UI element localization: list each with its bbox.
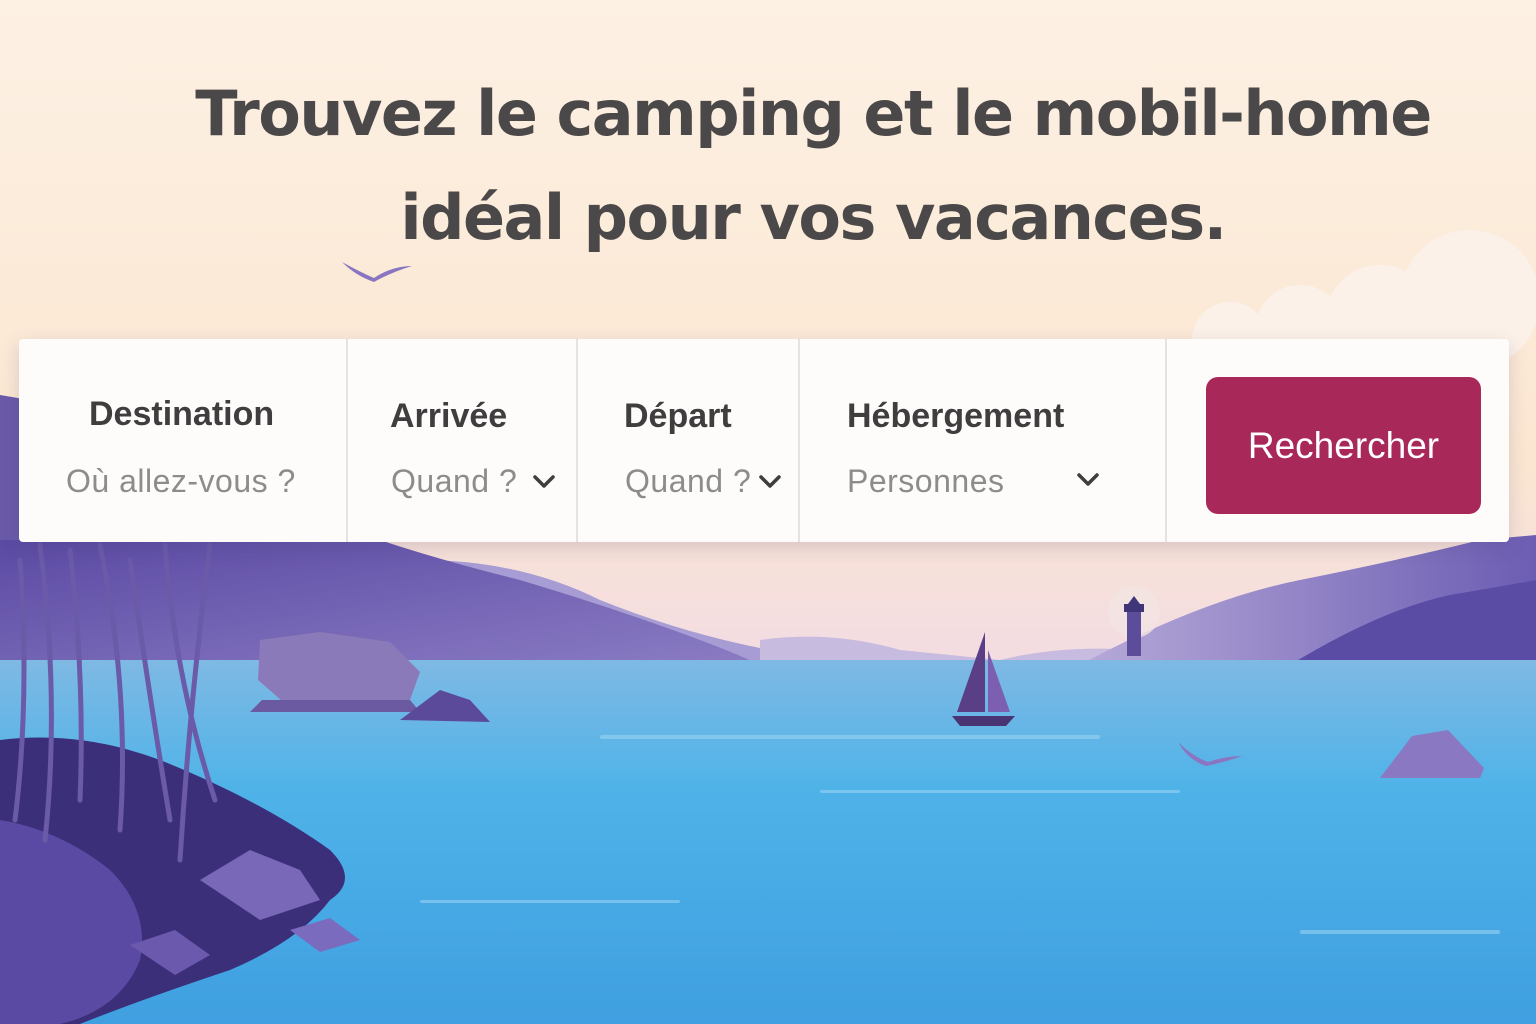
accommodation-value[interactable]: Personnes bbox=[847, 463, 1004, 500]
departure-label: Départ bbox=[624, 397, 732, 435]
accommodation-label: Hébergement bbox=[847, 397, 1065, 435]
arrival-value[interactable]: Quand ? bbox=[391, 463, 517, 500]
page-title-line-1: Trouvez le camping et le mobil-home bbox=[195, 77, 1432, 150]
destination-input[interactable]: Où allez-vous ? bbox=[66, 463, 296, 500]
chevron-down-icon[interactable] bbox=[530, 467, 558, 495]
page-title: Trouvez le camping et le mobil-home idéa… bbox=[0, 62, 1536, 270]
arrival-date-select[interactable]: Arrivée Quand ? bbox=[348, 339, 578, 542]
destination-field[interactable]: Destination Où allez-vous ? bbox=[19, 339, 348, 542]
chevron-down-icon[interactable] bbox=[756, 467, 784, 495]
destination-label: Destination bbox=[89, 395, 275, 433]
page-title-line-2: idéal pour vos vacances. bbox=[400, 181, 1227, 254]
chevron-down-icon[interactable] bbox=[1074, 465, 1102, 493]
accommodation-select[interactable]: Hébergement Personnes bbox=[800, 339, 1167, 542]
search-button[interactable]: Rechercher bbox=[1206, 377, 1481, 514]
departure-date-select[interactable]: Départ Quand ? bbox=[578, 339, 800, 542]
departure-value[interactable]: Quand ? bbox=[625, 463, 751, 500]
arrival-label: Arrivée bbox=[390, 397, 508, 435]
